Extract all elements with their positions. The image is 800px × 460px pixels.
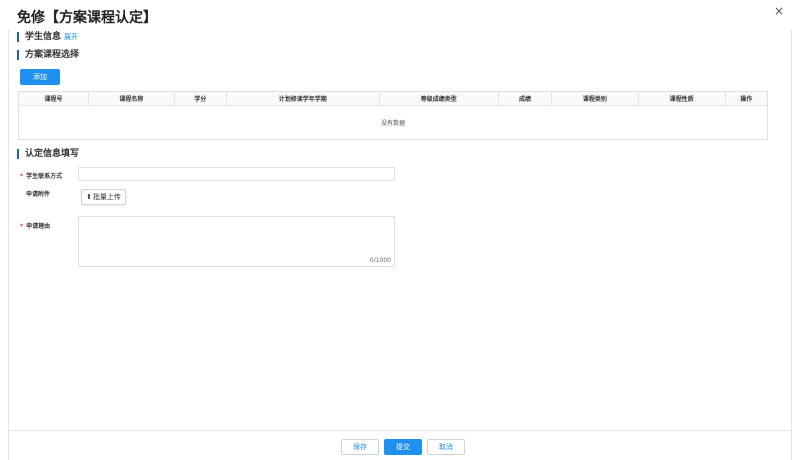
reason-label: * 申请理由 [20,221,50,230]
empty-text: 没有数据 [380,120,405,127]
course-select-title: 方案课程选择 [25,50,80,60]
expand-link[interactable]: 展开 [64,33,78,41]
student-info-title: 学生信息 [25,32,62,42]
column-header-plan-term[interactable]: 计划修读学年学期 [226,91,380,106]
save-button[interactable]: 保存 [341,439,379,455]
student-info-section-title: 学生信息 展开 [17,32,78,42]
column-header-course-category[interactable]: 课程类别 [551,91,639,106]
close-icon[interactable]: × [772,4,786,18]
batch-upload-button[interactable]: ⬆批量上传 [81,189,126,205]
column-header-course-nature[interactable]: 课程性质 [638,91,726,106]
table-empty-row: 没有数据 [19,106,768,140]
cert-info-section-title: 认定信息填写 [17,149,79,159]
course-table: 课程号 课程名称 学分 计划修读学年学期 等级成绩类型 成绩 课程类别 课程性质… [18,91,768,140]
column-header-grade-type[interactable]: 等级成绩类型 [379,91,499,106]
dialog-title: 免修【方案课程认定】 [17,10,157,26]
upload-icon: ⬆ [86,193,92,201]
required-marker: * [20,223,24,230]
cancel-button[interactable]: 取消 [427,439,465,455]
column-header-course-code[interactable]: 课程号 [18,91,89,106]
reason-label-text: 申请理由 [26,223,51,230]
column-header-actions: 操作 [725,91,768,106]
add-course-button[interactable]: 添加 [20,69,60,85]
contact-label-text: 学生联系方式 [26,173,63,180]
contact-input[interactable] [78,167,395,181]
attachment-label: 申请附件 [26,191,51,198]
table-header-row: 课程号 课程名称 学分 计划修读学年学期 等级成绩类型 成绩 课程类别 课程性质… [18,91,768,106]
column-header-course-name[interactable]: 课程名称 [88,91,175,106]
dialog-header: 免修【方案课程认定】 × [0,0,800,32]
column-header-credit[interactable]: 学分 [174,91,227,106]
char-counter: 0/1000 [369,257,391,264]
course-select-section-title: 方案课程选择 [17,50,79,60]
cert-info-title: 认定信息填写 [25,149,80,159]
dialog-body: 学生信息 展开 方案课程选择 添加 课程号 课程名称 学分 计划修读学年学期 等级… [8,30,792,430]
contact-label: * 学生联系方式 [20,171,62,180]
reason-textarea[interactable]: 0/1000 [78,216,395,267]
column-header-score[interactable]: 成绩 [498,91,553,106]
batch-upload-label: 批量上传 [92,193,121,201]
submit-button[interactable]: 提交 [384,439,422,455]
required-marker: * [20,173,24,180]
dialog-footer: 保存 提交 取消 [8,430,792,460]
